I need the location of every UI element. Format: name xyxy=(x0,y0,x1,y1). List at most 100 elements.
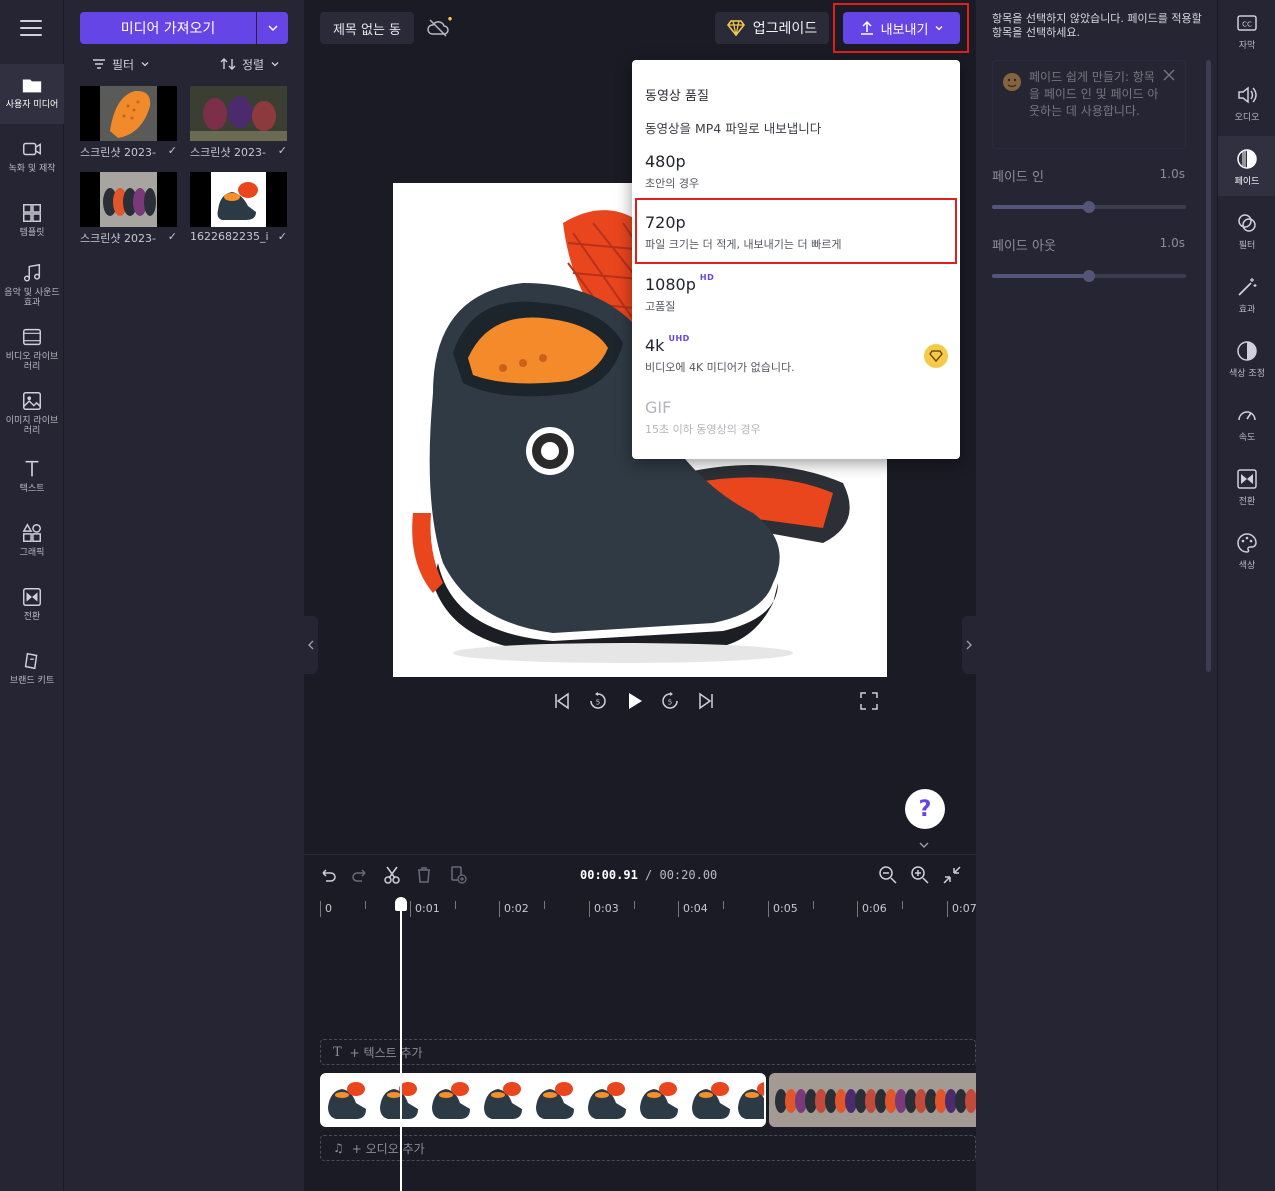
chevron-down-icon[interactable] xyxy=(918,840,930,850)
tick-label: 0 xyxy=(320,901,332,917)
image-icon xyxy=(23,392,41,410)
filter-icon xyxy=(1238,214,1256,232)
filter-button[interactable]: 필터 xyxy=(92,54,150,74)
forward-5-icon[interactable]: 5 xyxy=(660,691,680,711)
tick-minor xyxy=(455,901,456,909)
collapse-left-panel-button[interactable] xyxy=(304,616,318,674)
rail-item-text[interactable]: 텍스트 xyxy=(0,448,64,508)
film-icon xyxy=(23,328,41,346)
emoji-icon xyxy=(1003,73,1021,91)
rail-item-color[interactable]: 색상 xyxy=(1218,520,1275,580)
no-selection-message: 항목을 선택하지 않았습니다. 페이드를 적용할 항목을 선택하세요. xyxy=(992,12,1202,39)
fit-timeline-icon[interactable] xyxy=(942,865,962,885)
option-1080p[interactable]: 1080p HD 고품질 xyxy=(632,271,960,331)
slider-fill xyxy=(992,274,1089,278)
rail-item-user-media[interactable]: 사용자 미디어 xyxy=(0,64,64,124)
import-media-button[interactable]: 미디어 가져오기 xyxy=(80,12,256,44)
fullscreen-icon[interactable] xyxy=(860,692,878,710)
option-4k[interactable]: 4k UHD 비디오에 4K 미디어가 없습니다. xyxy=(632,332,960,392)
left-nav-rail: 사용자 미디어 녹화 및 제작 템플릿 음악 및 사운드 효과 비디오 라이브러… xyxy=(0,0,64,1191)
rail-item-record[interactable]: 녹화 및 제작 xyxy=(0,128,64,188)
chevron-right-icon xyxy=(966,640,972,650)
rail-item-effects[interactable]: 효과 xyxy=(1218,264,1275,324)
filter-label: 필터 xyxy=(112,57,135,72)
media-item[interactable]: 스크린샷 2023- ✓ xyxy=(80,172,177,246)
import-dropdown-button[interactable] xyxy=(257,12,288,44)
add-text-track[interactable]: T + 텍스트 추가 xyxy=(320,1039,976,1065)
fade-out-slider[interactable] xyxy=(992,270,1186,282)
tick-label: 0:05 xyxy=(768,901,798,917)
zoom-out-icon[interactable] xyxy=(878,865,898,885)
right-tools-rail: CC 자막 오디오 페이드 필터 효과 색상 조정 속도 전환 색상 xyxy=(1217,0,1275,1191)
project-title-field[interactable]: 제목 없는 동 xyxy=(320,12,414,44)
menu-icon[interactable] xyxy=(20,18,44,38)
rail-label: 이미지 라이브러리 xyxy=(5,416,59,436)
rail-item-filters[interactable]: 필터 xyxy=(1218,200,1275,260)
tick-minor xyxy=(634,901,635,909)
export-button[interactable]: 내보내기 xyxy=(843,12,960,44)
player-controls: 5 5 xyxy=(552,688,716,714)
video-track xyxy=(320,1073,976,1127)
duplicate-icon[interactable] xyxy=(448,865,468,885)
trash-icon[interactable] xyxy=(414,865,434,885)
rail-label: 속도 xyxy=(1238,433,1256,443)
sort-button[interactable]: 정렬 xyxy=(220,54,280,74)
export-quality-menu: 동영상 품질 동영상을 MP4 파일로 내보냅니다 480p 초안의 경우 72… xyxy=(632,60,960,459)
rail-item-transitions[interactable]: 전환 xyxy=(1218,456,1275,516)
rail-item-speed[interactable]: 속도 xyxy=(1218,392,1275,452)
rail-item-transitions[interactable]: 전환 xyxy=(0,576,64,636)
media-panel: 미디어 가져오기 필터 정렬 스크린샷 2023- ✓ 스크린샷 2023- ✓… xyxy=(64,0,304,1191)
media-item[interactable]: 1622682235_i ✓ xyxy=(190,172,287,243)
timeline-ruler[interactable]: 0 0:01 0:02 0:03 0:04 0:05 0:06 0:07 xyxy=(320,895,977,925)
undo-icon[interactable] xyxy=(318,865,338,885)
skip-back-icon[interactable] xyxy=(552,691,572,711)
rail-item-audio[interactable]: 오디오 xyxy=(1218,72,1275,132)
media-item[interactable]: 스크린샷 2023- ✓ xyxy=(80,86,177,160)
media-caption: 스크린샷 2023- xyxy=(190,146,266,159)
rewind-5-icon[interactable]: 5 xyxy=(588,691,608,711)
rail-label: 전환 xyxy=(1238,497,1256,507)
zoom-in-icon[interactable] xyxy=(910,865,930,885)
slider-fill xyxy=(992,205,1089,209)
rail-item-fade[interactable]: 페이드 xyxy=(1218,136,1275,196)
rail-item-captions[interactable]: CC 자막 xyxy=(1218,0,1275,60)
fade-out-label: 페이드 아웃 xyxy=(992,239,1056,254)
rail-label: 녹화 및 제작 xyxy=(8,164,56,174)
scissors-icon[interactable] xyxy=(382,865,402,885)
slider-knob[interactable] xyxy=(1083,201,1095,213)
tick-label: 0:01 xyxy=(410,901,440,917)
playhead-handle[interactable] xyxy=(395,897,407,911)
media-item[interactable]: 스크린샷 2023- ✓ xyxy=(190,86,287,160)
cloud-sync-off-icon[interactable] xyxy=(426,16,456,40)
video-clip-shoes-row[interactable] xyxy=(769,1073,976,1127)
close-icon[interactable] xyxy=(1163,69,1175,81)
tick-minor xyxy=(902,901,903,909)
upgrade-button[interactable]: 업그레이드 xyxy=(715,12,829,44)
rail-item-image-library[interactable]: 이미지 라이브러리 xyxy=(0,380,64,440)
option-desc: 고품질 xyxy=(645,300,676,313)
video-clip-shoe[interactable] xyxy=(320,1073,766,1127)
rail-item-music[interactable]: 음악 및 사운드 효과 xyxy=(0,252,64,312)
play-icon[interactable] xyxy=(624,691,644,711)
collapse-right-panel-button[interactable] xyxy=(962,616,976,674)
fade-out-value: 1.0s xyxy=(1159,236,1185,250)
rail-item-graphics[interactable]: 그래픽 xyxy=(0,512,64,572)
export-label: 내보내기 xyxy=(880,22,929,38)
redo-icon[interactable] xyxy=(350,865,370,885)
rail-item-color-adjust[interactable]: 색상 조정 xyxy=(1218,328,1275,388)
rail-label: 사용자 미디어 xyxy=(5,100,59,110)
slider-knob[interactable] xyxy=(1083,270,1095,282)
rail-label: 음악 및 사운드 효과 xyxy=(4,288,60,308)
panel-scrollbar[interactable] xyxy=(1206,60,1211,672)
music-icon xyxy=(23,263,41,282)
rail-item-templates[interactable]: 템플릿 xyxy=(0,192,64,252)
rail-item-brand-kit[interactable]: 브랜드 키트 xyxy=(0,640,64,700)
tick-label: 0:06 xyxy=(857,901,887,917)
chevron-down-icon xyxy=(141,62,149,67)
help-button[interactable]: ? xyxy=(905,789,945,829)
chevron-left-icon xyxy=(308,640,314,650)
add-audio-track[interactable]: ♫ + 오디오 추가 xyxy=(320,1135,976,1161)
rail-item-video-library[interactable]: 비디오 라이브러리 xyxy=(0,316,64,376)
skip-forward-icon[interactable] xyxy=(696,691,716,711)
fade-in-slider[interactable] xyxy=(992,201,1186,213)
